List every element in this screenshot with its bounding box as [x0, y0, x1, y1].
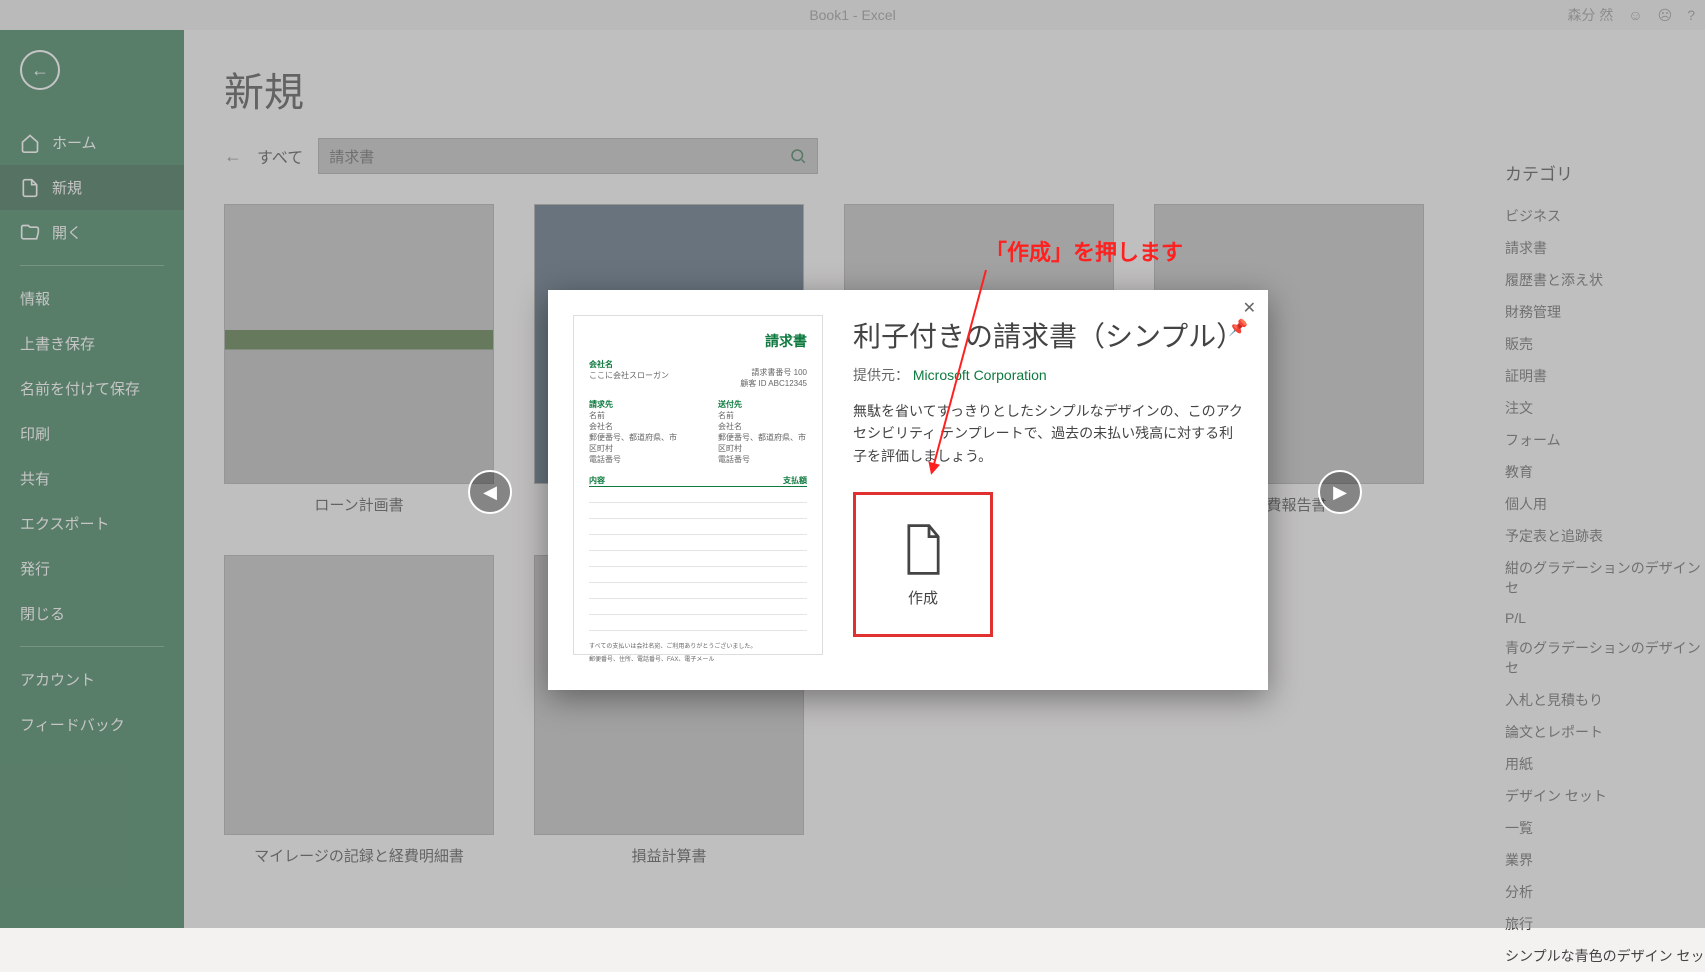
create-label: 作成 — [908, 587, 938, 608]
annotation-callout: 「作成」を押します — [985, 235, 1183, 267]
template-provider: 提供元： Microsoft Corporation — [853, 365, 1243, 385]
provider-link[interactable]: Microsoft Corporation — [913, 367, 1047, 383]
template-title: 利子付きの請求書（シンプル） — [853, 315, 1243, 355]
template-preview-image: 請求書 会社名 ここに会社スローガン 請求書番号 100 顧客 ID ABC12… — [573, 315, 823, 655]
create-button[interactable]: 作成 — [853, 492, 993, 637]
document-icon — [901, 522, 946, 577]
close-icon[interactable]: ✕ — [1243, 298, 1256, 318]
template-preview-modal: ✕ 請求書 会社名 ここに会社スローガン 請求書番号 100 顧客 ID ABC… — [548, 290, 1268, 690]
prev-template-button[interactable]: ◀ — [468, 470, 512, 514]
category-item[interactable]: シンプルな青色のデザイン セッ — [1505, 940, 1705, 972]
next-template-button[interactable]: ▶ — [1318, 470, 1362, 514]
pin-icon[interactable]: 📌 — [1228, 318, 1248, 338]
template-description: 無駄を省いてすっきりとしたシンプルなデザインの、このアクセシビリティ テンプレー… — [853, 400, 1243, 467]
